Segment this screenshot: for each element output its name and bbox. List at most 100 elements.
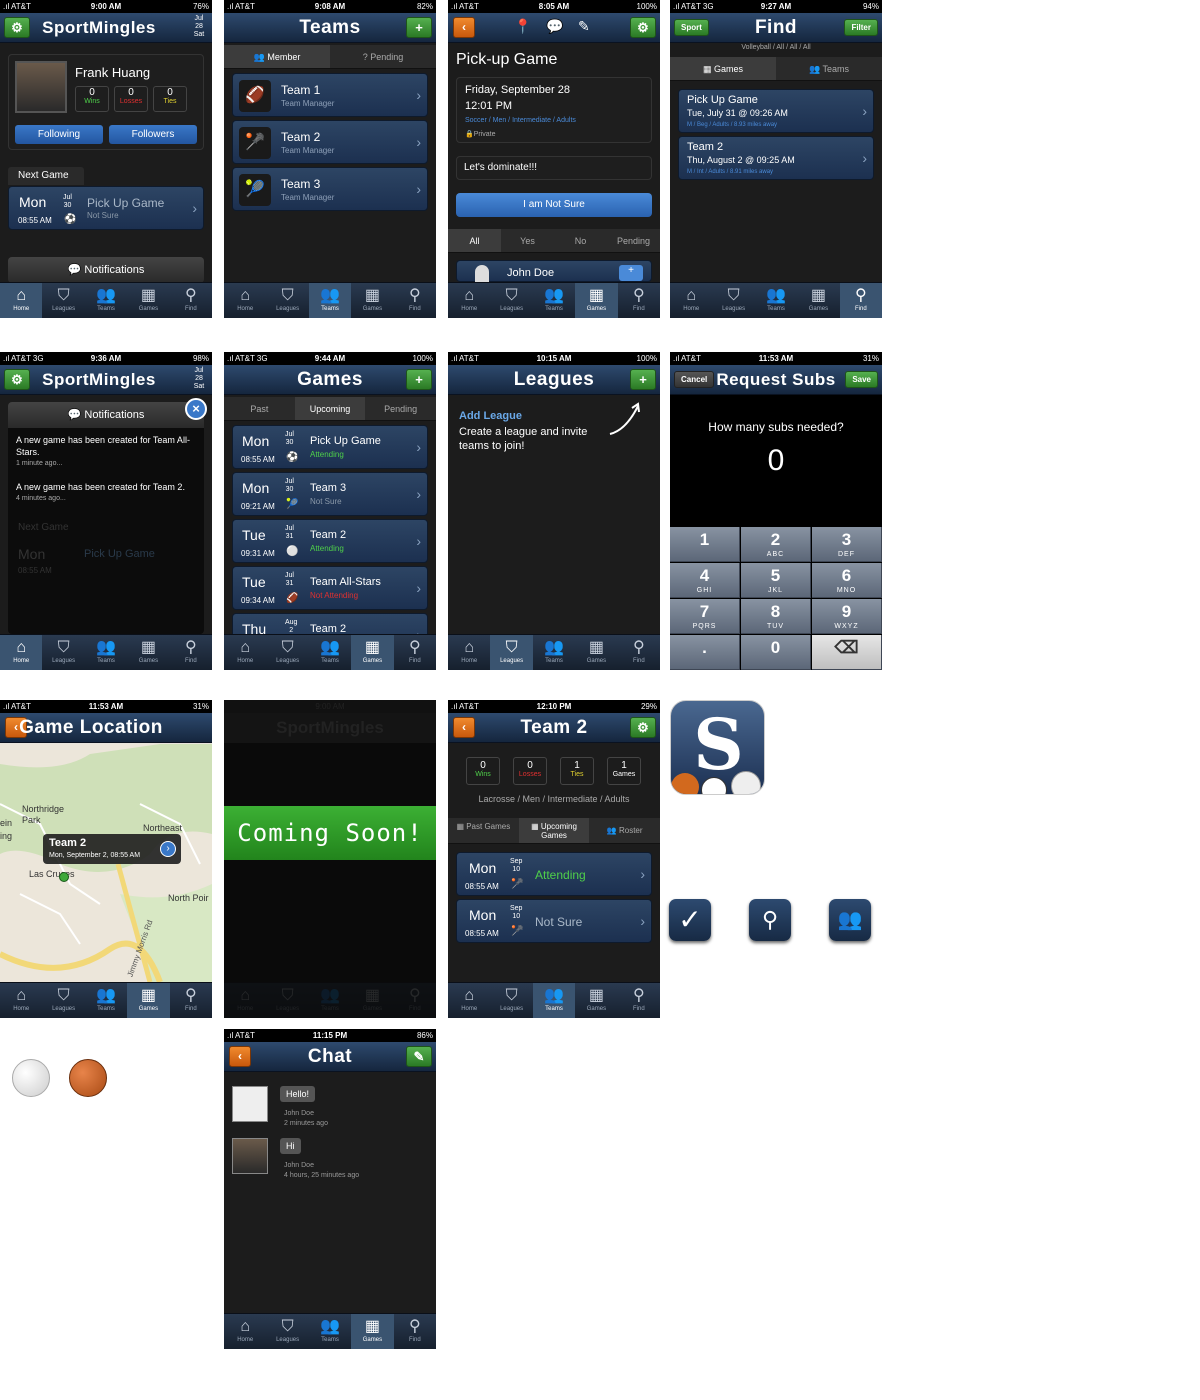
next-game-card[interactable]: Mon Jul 30 08:55 AM ⚽ Pick Up Game Not Su…: [8, 186, 204, 230]
avatar[interactable]: [15, 61, 67, 113]
tab-teams[interactable]: 👥 Teams: [533, 635, 575, 670]
tab-find[interactable]: ⚲ Find: [394, 635, 436, 670]
tab-teams[interactable]: 👥 Teams: [309, 635, 351, 670]
tab-find[interactable]: ⚲ Find: [170, 283, 212, 318]
tab-find[interactable]: ⚲ Find: [394, 1314, 436, 1349]
location-pin-icon[interactable]: 📍: [514, 18, 531, 35]
notification-item[interactable]: A new game has been created for Team All…: [16, 434, 191, 470]
tab-find[interactable]: ⚲ Find: [618, 635, 660, 670]
key-8[interactable]: 8 TUV: [741, 599, 811, 634]
tab-member[interactable]: 👥 Member: [224, 45, 330, 68]
tab-teams[interactable]: 👥 Teams: [776, 57, 882, 80]
tab-find[interactable]: ⚲ Find: [839, 283, 882, 318]
add-league-button[interactable]: +: [630, 369, 656, 390]
avatar[interactable]: [232, 1138, 268, 1174]
tab-leagues[interactable]: ⛉ Leagues: [266, 283, 308, 318]
key-0[interactable]: 0: [741, 635, 811, 670]
tab-games[interactable]: ▦ Games: [575, 635, 617, 670]
tab-games[interactable]: ▦ Games: [797, 283, 839, 318]
tab-upcoming-games[interactable]: ▦ Upcoming Games: [518, 818, 590, 843]
following-button[interactable]: Following: [15, 125, 103, 144]
tab-teams[interactable]: 👥 Teams: [532, 983, 576, 1018]
tab-find[interactable]: ⚲ Find: [170, 635, 212, 670]
delete-key[interactable]: ⌫: [812, 635, 882, 670]
result-row[interactable]: Pick Up Game Tue, July 31 @ 09:26 AM M /…: [678, 89, 874, 133]
pencil-icon[interactable]: ✎: [578, 18, 590, 35]
tab-leagues[interactable]: ⛉ Leagues: [42, 283, 84, 318]
tab-teams[interactable]: 👥 Teams: [85, 983, 127, 1018]
map-view[interactable]: Northridge Park Northeast Las Cruces Nor…: [0, 744, 212, 982]
tab-games[interactable]: ▦ Games: [351, 635, 394, 670]
tab-find[interactable]: ⚲ Find: [394, 283, 436, 318]
game-row[interactable]: Mon Jul 30 09:21 AM 🎾 Team 3 Not Sure ›: [232, 472, 428, 516]
tab-games[interactable]: ▦ Games: [351, 283, 393, 318]
add-team-button[interactable]: +: [406, 17, 432, 38]
key-1[interactable]: 1: [670, 527, 740, 562]
chat-icon[interactable]: 💬: [546, 18, 563, 35]
tab-pending[interactable]: Pending: [365, 397, 436, 420]
game-row[interactable]: Mon Sep 10 08:55 AM 🥍 Attending ›: [456, 852, 652, 896]
tab-teams[interactable]: 👥 Teams: [85, 635, 127, 670]
tab-home[interactable]: ⌂ Home: [224, 283, 266, 318]
close-icon[interactable]: ×: [185, 398, 207, 420]
tab-leagues[interactable]: ⛉ Leagues: [490, 635, 533, 670]
game-row[interactable]: Mon Sep 10 08:55 AM 🥍 Not Sure ›: [456, 899, 652, 943]
tab-teams[interactable]: 👥 Teams: [85, 283, 127, 318]
tab-leagues[interactable]: ⛉ Leagues: [490, 983, 532, 1018]
key-7[interactable]: 7 PQRS: [670, 599, 740, 634]
tab-games[interactable]: ▦ Games: [127, 983, 170, 1018]
game-row[interactable]: Tue Jul 31 09:34 AM 🏈 Team All-Stars Not Atten…: [232, 566, 428, 610]
tab-leagues[interactable]: ⛉ Leagues: [490, 283, 532, 318]
tab-games[interactable]: ▦ Games: [127, 283, 169, 318]
map-callout[interactable]: Team 2 Mon, September 2, 08:55 AM ›: [43, 834, 181, 864]
attendee-row[interactable]: John Doe +: [456, 260, 652, 283]
tab-roster[interactable]: 👥 Roster: [589, 818, 660, 843]
key-6[interactable]: 6 MNO: [812, 563, 882, 598]
key-5[interactable]: 5 JKL: [741, 563, 811, 598]
filter-button[interactable]: Filter: [844, 19, 878, 36]
tab-home[interactable]: ⌂ Home: [224, 635, 266, 670]
tab-upcoming[interactable]: Upcoming: [294, 397, 366, 420]
tab-games[interactable]: ▦ Games: [575, 283, 618, 318]
result-row[interactable]: Team 2 Thu, August 2 @ 09:25 AM M / Int …: [678, 136, 874, 180]
notification-item[interactable]: A new game has been created for Team 2. 4…: [16, 481, 191, 505]
tab-home[interactable]: ⌂ Home: [224, 1314, 266, 1349]
tab-leagues[interactable]: ⛉ Leagues: [42, 983, 84, 1018]
key-3[interactable]: 3 DEF: [812, 527, 882, 562]
disclosure-icon[interactable]: ›: [160, 841, 176, 857]
followers-button[interactable]: Followers: [109, 125, 197, 144]
tab-home[interactable]: ⌂ Home: [0, 283, 43, 318]
game-row[interactable]: Tue Jul 31 09:31 AM ⚪ Team 2 Attending ›: [232, 519, 428, 563]
tab-leagues[interactable]: ⛉ Leagues: [266, 635, 308, 670]
key-2[interactable]: 2 ABC: [741, 527, 811, 562]
avatar[interactable]: [232, 1086, 268, 1122]
tab-find[interactable]: ⚲ Find: [618, 283, 660, 318]
filter-all[interactable]: All: [448, 229, 501, 252]
add-league-title[interactable]: Add League: [459, 410, 522, 422]
tab-find[interactable]: ⚲ Find: [170, 983, 212, 1018]
tab-leagues[interactable]: ⛉ Leagues: [712, 283, 754, 318]
tab-pending[interactable]: ? Pending: [330, 45, 436, 68]
tab-leagues[interactable]: ⛉ Leagues: [42, 635, 84, 670]
save-button[interactable]: Save: [845, 371, 878, 388]
tab-home[interactable]: ⌂ Home: [670, 283, 712, 318]
tab-home[interactable]: ⌂ Home: [0, 983, 42, 1018]
team-row[interactable]: 🥍 Team 2 Team Manager ›: [232, 120, 428, 164]
team-row[interactable]: 🏈 Team 1 Team Manager ›: [232, 73, 428, 117]
filter-yes[interactable]: Yes: [501, 229, 554, 252]
map-pin-icon[interactable]: [59, 872, 69, 882]
tab-games[interactable]: ▦ Games: [351, 1314, 394, 1349]
tab-past[interactable]: Past: [224, 397, 295, 420]
key-9[interactable]: 9 WXYZ: [812, 599, 882, 634]
tab-games[interactable]: ▦ Games: [575, 983, 617, 1018]
tab-home[interactable]: ⌂ Home: [448, 283, 490, 318]
compose-button[interactable]: ✎: [406, 1046, 432, 1067]
tab-teams[interactable]: 👥 Teams: [755, 283, 797, 318]
team-row[interactable]: 🎾 Team 3 Team Manager ›: [232, 167, 428, 211]
tab-find[interactable]: ⚲ Find: [618, 983, 660, 1018]
tab-home[interactable]: ⌂ Home: [448, 983, 490, 1018]
tab-teams[interactable]: 👥 Teams: [533, 283, 575, 318]
settings-button[interactable]: ⚙: [630, 717, 656, 738]
tab-past-games[interactable]: ▦ Past Games: [448, 818, 519, 843]
filter-pending[interactable]: Pending: [607, 229, 660, 252]
